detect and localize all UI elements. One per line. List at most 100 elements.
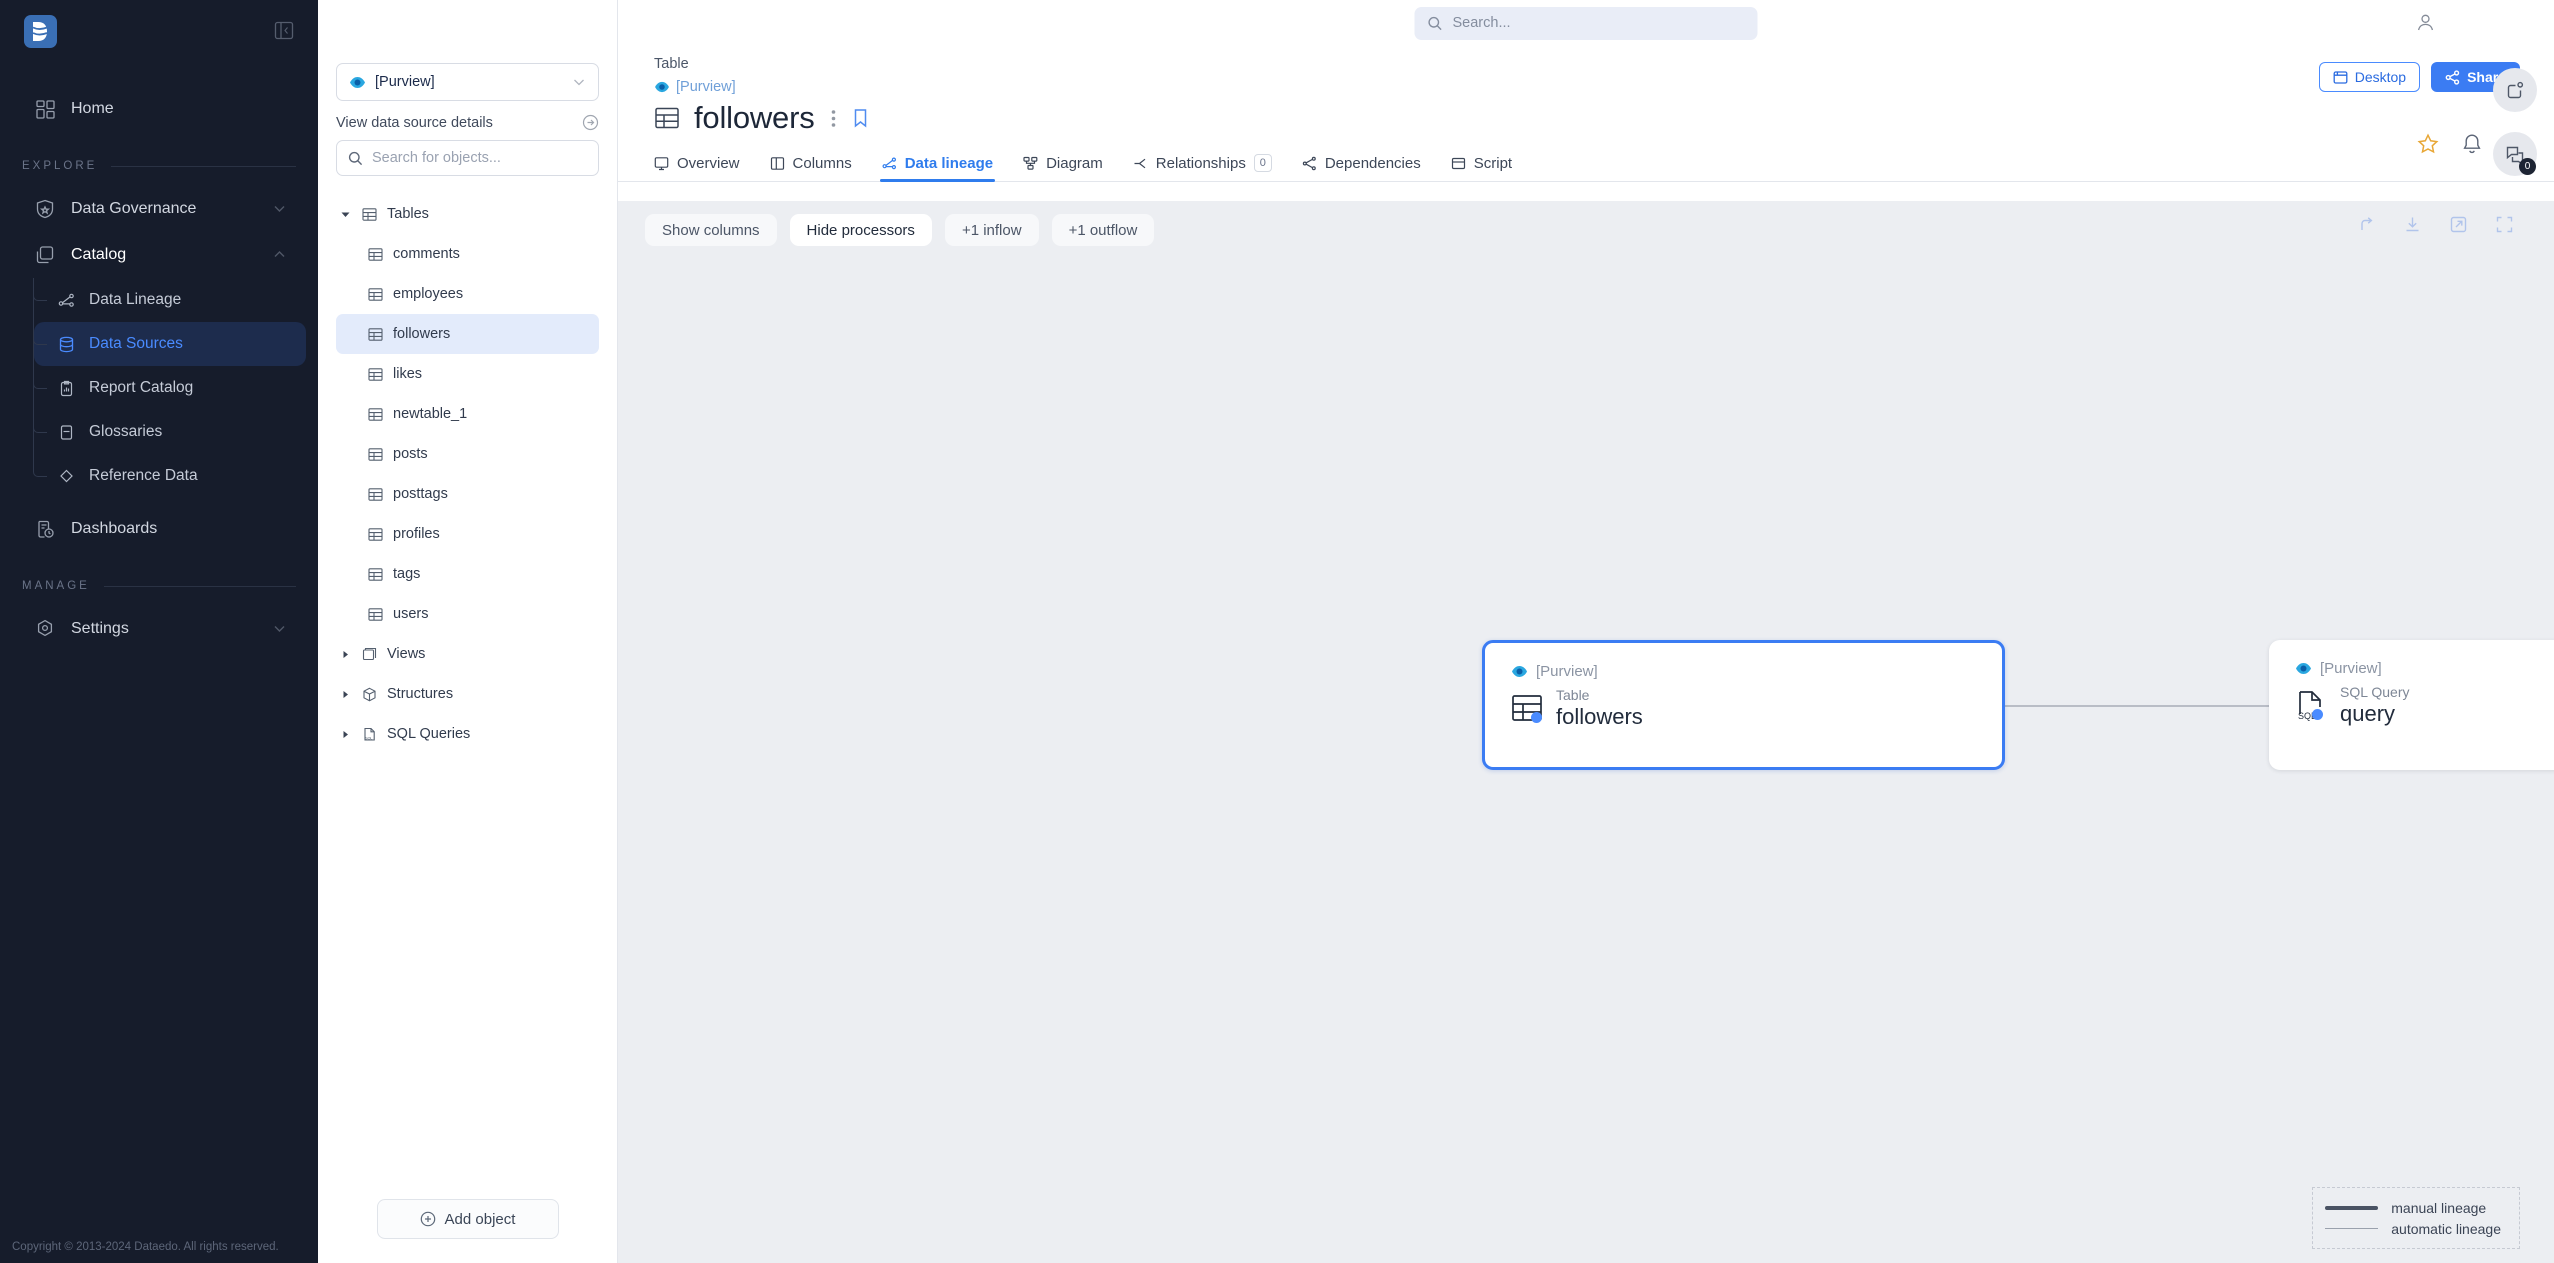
- tree-group-tables[interactable]: Tables: [336, 194, 599, 234]
- sidebar-item-report-catalog[interactable]: Report Catalog: [34, 366, 306, 410]
- tree-item-table[interactable]: likes: [336, 354, 599, 394]
- add-inflow-button[interactable]: +1 inflow: [944, 214, 1039, 246]
- app-logo[interactable]: [24, 14, 57, 48]
- tree-item-table[interactable]: employees: [336, 274, 599, 314]
- tree-item-table[interactable]: users: [336, 594, 599, 634]
- node-source: [Purview]: [2295, 660, 2554, 677]
- window-icon: [2333, 70, 2348, 85]
- tree-node-label: posttags: [393, 486, 448, 502]
- tree-node-label: Views: [387, 646, 426, 662]
- table-icon: [366, 487, 384, 502]
- lineage-node-sql-query[interactable]: [Purview] SQL SQL Query query: [2269, 640, 2554, 770]
- dependencies-icon: [1302, 156, 1317, 171]
- more-options-icon[interactable]: [829, 109, 838, 128]
- tree-group-sql-queries[interactable]: SQL SQL Queries: [336, 714, 599, 754]
- open-external-icon[interactable]: [2449, 215, 2468, 234]
- global-search-box[interactable]: Search...: [1414, 6, 1758, 40]
- hide-processors-button[interactable]: Hide processors: [789, 214, 932, 246]
- sidebar-item-catalog[interactable]: Catalog: [12, 232, 306, 278]
- sidebar-item-label: Data Sources: [89, 335, 183, 352]
- tab-script[interactable]: Script: [1451, 155, 1512, 181]
- lineage-icon: [56, 290, 76, 310]
- tab-label: Overview: [677, 155, 740, 172]
- sidebar-item-glossaries[interactable]: Glossaries: [34, 410, 306, 454]
- section-divider: [111, 165, 296, 167]
- fullscreen-icon[interactable]: [2495, 215, 2514, 234]
- tree-item-table[interactable]: comments: [336, 234, 599, 274]
- user-icon[interactable]: [2415, 12, 2436, 33]
- view-datasource-details-link[interactable]: View data source details: [336, 114, 599, 131]
- notifications-bell-icon[interactable]: [2462, 133, 2482, 155]
- tab-label: Data lineage: [904, 155, 994, 172]
- tree-item-table[interactable]: posttags: [336, 474, 599, 514]
- sidebar-item-dashboards[interactable]: Dashboards: [12, 506, 306, 552]
- tab-data-lineage[interactable]: Data lineage: [879, 155, 996, 182]
- table-icon: [360, 207, 378, 222]
- bookmark-icon[interactable]: [852, 108, 869, 128]
- sidebar-item-reference-data[interactable]: Reference Data: [34, 454, 306, 498]
- tab-diagram[interactable]: Diagram: [1023, 155, 1103, 181]
- show-columns-button[interactable]: Show columns: [645, 214, 777, 246]
- tab-columns[interactable]: Columns: [770, 155, 852, 181]
- catalog-children: Data Lineage Data Sources Report Catalog: [0, 278, 318, 498]
- tree-group-structures[interactable]: Structures: [336, 674, 599, 714]
- tree-item-table-selected[interactable]: followers: [336, 314, 599, 354]
- clipboard-icon: [56, 378, 76, 398]
- tree-group-views[interactable]: Views: [336, 634, 599, 674]
- search-input[interactable]: [372, 150, 587, 166]
- tab-label: Relationships: [1155, 154, 1246, 172]
- desktop-button[interactable]: Desktop: [2318, 62, 2421, 92]
- sidebar-section-manage: MANAGE: [0, 566, 318, 606]
- comments-button[interactable]: 0: [2493, 132, 2537, 176]
- tree-item-table[interactable]: newtable_1: [336, 394, 599, 434]
- tab-label: Dependencies: [1324, 155, 1421, 172]
- sidebar-item-home[interactable]: Home: [12, 86, 306, 132]
- automatic-line-swatch: [2325, 1228, 2379, 1229]
- favorite-star-icon[interactable]: [2417, 133, 2439, 155]
- tree-node-label: likes: [393, 366, 423, 382]
- node-source-label: [Purview]: [2320, 660, 2382, 677]
- section-label: MANAGE: [22, 580, 90, 592]
- tree-node-label: posts: [393, 446, 428, 462]
- overview-icon: [654, 156, 669, 171]
- tree-search-box[interactable]: [336, 140, 599, 176]
- purview-icon: [654, 81, 670, 93]
- canvas-tools: [2357, 215, 2514, 234]
- add-object-label: Add object: [444, 1210, 516, 1228]
- datasource-select[interactable]: [Purview]: [336, 63, 599, 101]
- collapse-sidebar-button[interactable]: [274, 20, 294, 42]
- tab-label: Columns: [792, 155, 852, 172]
- lineage-canvas[interactable]: Show columns Hide processors +1 inflow +…: [618, 201, 2554, 1263]
- tab-relationships[interactable]: Relationships 0: [1133, 154, 1272, 181]
- tree-item-table[interactable]: tags: [336, 554, 599, 594]
- node-body: Table followers: [1511, 687, 1976, 729]
- add-object-button[interactable]: Add object: [376, 1199, 559, 1239]
- sidebar-item-label: Data Governance: [71, 200, 197, 217]
- chevron-down-icon: [272, 201, 288, 217]
- shield-icon: [34, 198, 56, 220]
- sidebar-item-settings[interactable]: Settings: [12, 606, 306, 652]
- tab-dependencies[interactable]: Dependencies: [1302, 155, 1421, 181]
- table-icon: [654, 105, 680, 131]
- object-type-label: Table: [654, 56, 689, 72]
- tab-overview[interactable]: Overview: [654, 155, 740, 181]
- sidebar-item-data-lineage[interactable]: Data Lineage: [34, 278, 306, 322]
- dashboard-icon: [34, 518, 56, 540]
- tree-item-table[interactable]: posts: [336, 434, 599, 474]
- script-icon: [1451, 156, 1466, 171]
- chevron-down-icon: [572, 75, 586, 89]
- download-icon[interactable]: [2403, 215, 2422, 234]
- breadcrumb-datasource[interactable]: [Purview]: [654, 79, 2518, 95]
- add-outflow-button[interactable]: +1 outflow: [1051, 214, 1155, 246]
- share-icon[interactable]: [2357, 215, 2376, 234]
- sidebar-item-data-sources[interactable]: Data Sources: [34, 322, 306, 366]
- sidebar-item-data-governance[interactable]: Data Governance: [12, 186, 306, 232]
- manual-line-swatch: [2325, 1205, 2379, 1210]
- lineage-node-table[interactable]: [Purview] Table followers: [1482, 640, 2005, 770]
- section-divider: [103, 585, 296, 587]
- sidebar-top: [0, 0, 318, 62]
- tree-item-table[interactable]: profiles: [336, 514, 599, 554]
- notes-button[interactable]: [2493, 68, 2537, 112]
- table-icon: [366, 527, 384, 542]
- page-header: Table [Purview] followers: [618, 46, 2554, 136]
